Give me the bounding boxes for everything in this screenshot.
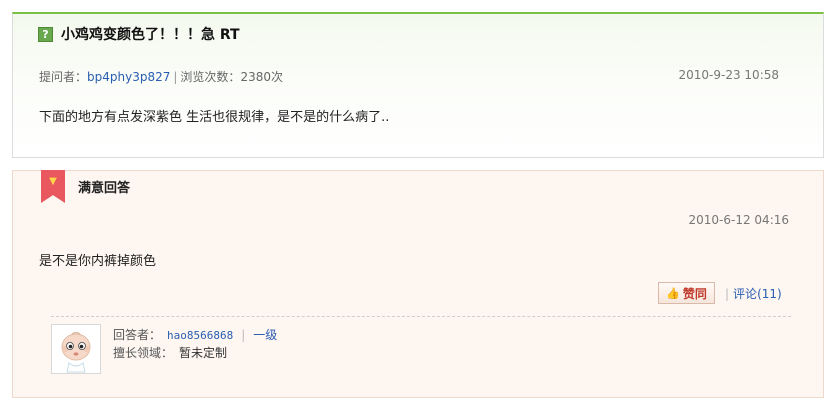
comment-label: 评论 [733,287,758,301]
question-card: ? 小鸡鸡变颜色了！！！急 RT 提问者：bp4phy3p827 | 浏览次数：23… [12,12,824,158]
responder-name-link[interactable]: hao8566868 [167,329,233,342]
like-button[interactable]: 👍 赞同 [658,282,715,304]
answer-title: 满意回答 [78,181,131,196]
responder-level-link[interactable]: 一级 [253,328,277,342]
answer-date: 2010-6-12 04:16 [688,213,790,227]
question-meta: 提问者：bp4phy3p827 | 浏览次数：2380次 [39,68,283,85]
divider [51,316,791,317]
views-label: 浏览次数： [180,70,241,84]
question-body: 下面的地方有点发深紫色 生活也很规律，是不是的什么病了.. [39,110,390,125]
comment-separator: | [725,287,730,301]
thumbs-up-icon: 👍 [666,286,680,300]
asker-name-link[interactable]: bp4phy3p827 [87,70,170,84]
question-date: 2010-9-23 10:58 [678,68,780,82]
expertise-label: 擅长领域： [113,346,174,360]
question-icon: ? [38,27,53,42]
avatar[interactable] [51,324,101,374]
best-answer-ribbon-icon: ▼ [41,170,65,203]
expertise-row: 擅长领域： 暂未定制 [113,344,227,361]
like-label: 赞同 [682,286,707,301]
comment-link[interactable]: | 评论(11) [725,285,782,302]
asker-label: 提问者： [39,70,88,84]
trophy-icon: ▼ [49,176,57,187]
views-count: 2380次 [240,70,283,84]
answer-body: 是不是你内裤掉颜色 [39,254,157,269]
question-title: 小鸡鸡变颜色了！！！急 RT [61,27,240,43]
responder-separator: | [241,328,246,342]
responder-row: 回答者： hao8566868 | 一级 [113,326,277,343]
meta-separator: | [173,70,178,84]
baby-face-icon [61,331,91,373]
expertise-value: 暂未定制 [179,346,228,360]
answer-card: ▼ 满意回答 2010-6-12 04:16 是不是你内裤掉颜色 👍 赞同 | 评… [12,170,824,398]
comment-count: (11) [757,287,782,301]
responder-label: 回答者： [113,328,162,342]
